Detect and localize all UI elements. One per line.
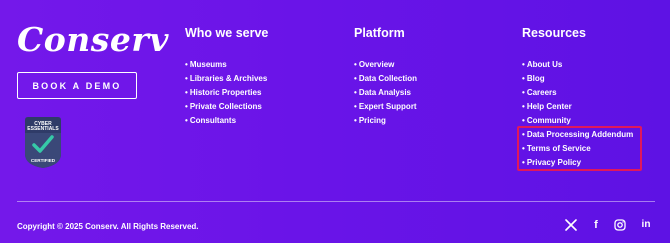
column-title: Resources — [522, 26, 586, 40]
footer-link-museums[interactable]: • Museums — [185, 58, 268, 72]
footer-link-data-analysis[interactable]: • Data Analysis — [354, 86, 417, 100]
footer-link-help-center[interactable]: • Help Center — [522, 100, 633, 114]
footer-link-careers[interactable]: • Careers — [522, 86, 633, 100]
footer-link-pricing[interactable]: • Pricing — [354, 114, 417, 128]
footer-link-blog[interactable]: • Blog — [522, 72, 633, 86]
footer-link-community[interactable]: • Community — [522, 114, 633, 128]
conserv-logo[interactable]: Conserv — [17, 22, 169, 58]
resources-column: Resources • About Us • Blog • Careers • Help… — [522, 25, 633, 170]
footer-link-expert-support[interactable]: • Expert Support — [354, 100, 417, 114]
facebook-icon[interactable]: f — [589, 218, 603, 232]
footer-divider — [17, 201, 655, 202]
platform-column: Platform • Overview • Data Collection • Dat… — [354, 25, 417, 128]
column-title: Who we serve — [185, 26, 269, 40]
footer-link-terms-of-service[interactable]: • Terms of Service — [522, 142, 633, 156]
column-title: Platform — [354, 26, 405, 40]
x-icon[interactable] — [564, 218, 578, 232]
footer-link-libraries-archives[interactable]: • Libraries & Archives — [185, 72, 268, 86]
book-a-demo-button[interactable]: BOOK A DEMO — [17, 72, 137, 99]
badge-line-2: ESSENTIALS — [27, 126, 59, 132]
footer-link-consultants[interactable]: • Consultants — [185, 114, 268, 128]
who-we-serve-column: Who we serve • Museums • Libraries & Archi… — [185, 25, 268, 128]
footer-link-data-collection[interactable]: • Data Collection — [354, 72, 417, 86]
footer-link-private-collections[interactable]: • Private Collections — [185, 100, 268, 114]
cyber-essentials-badge: CYBER ESSENTIALS CERTIFIED — [21, 116, 65, 169]
copyright-text: Copyright © 2025 Conserv. All Rights Res… — [17, 222, 199, 231]
badge-line-3: CERTIFIED — [30, 158, 56, 163]
footer-link-about-us[interactable]: • About Us — [522, 58, 633, 72]
linkedin-icon[interactable]: in — [639, 218, 653, 232]
footer-link-privacy-policy[interactable]: • Privacy Policy — [522, 156, 633, 170]
footer-link-historic-properties[interactable]: • Historic Properties — [185, 86, 268, 100]
instagram-icon[interactable] — [613, 218, 627, 232]
footer-link-overview[interactable]: • Overview — [354, 58, 417, 72]
footer-link-data-processing-addendum[interactable]: • Data Processing Addendum — [522, 128, 633, 142]
